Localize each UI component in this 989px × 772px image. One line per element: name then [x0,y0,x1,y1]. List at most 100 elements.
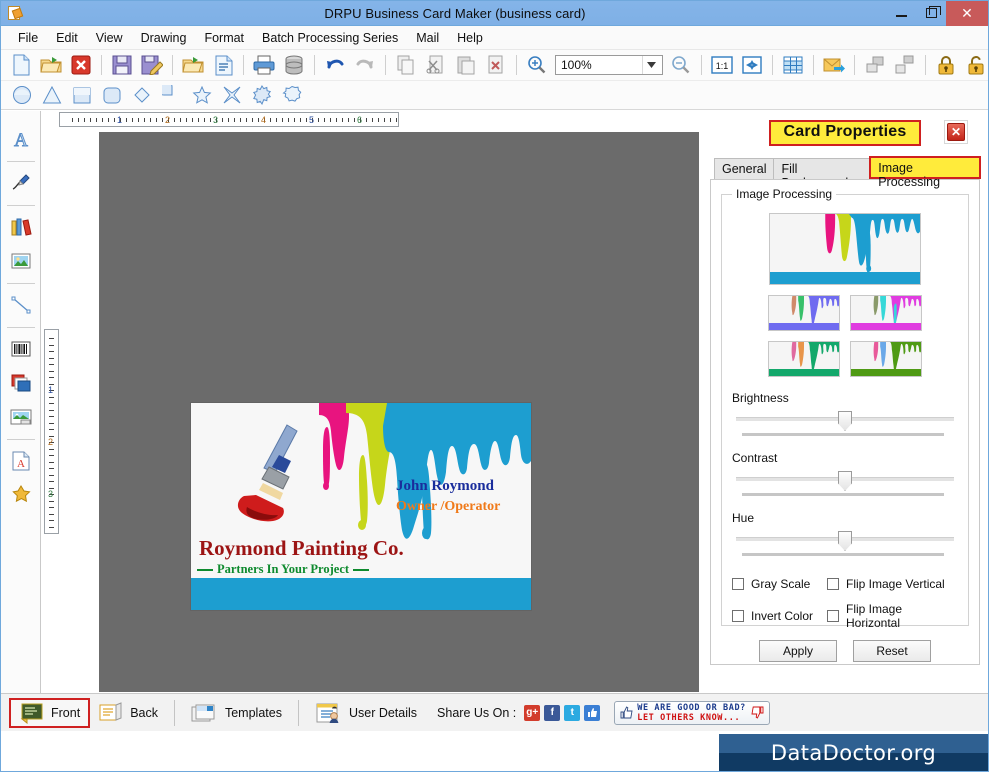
flip-image-horizontal-option[interactable]: Flip Image Horizontal [827,602,958,630]
menu-help[interactable]: Help [448,28,492,48]
tab-image-processing[interactable]: Image Processing [869,156,981,189]
lock-icon[interactable] [932,52,960,78]
burst-shape-icon[interactable] [251,84,273,106]
cut-icon[interactable] [422,52,450,78]
paste-icon[interactable] [452,52,480,78]
star-tool-icon[interactable] [5,479,37,511]
minimize-button[interactable] [886,1,916,26]
panel-close-button[interactable]: ✕ [944,120,968,144]
menu-format[interactable]: Format [195,28,253,48]
page-front-button[interactable]: Front [9,697,91,728]
diamond-shape-icon[interactable] [131,84,153,106]
barcode-tool-icon[interactable] [5,333,37,365]
menu-file[interactable]: File [9,28,47,48]
brightness-slider[interactable] [732,411,958,437]
new-icon[interactable] [7,52,35,78]
star5-shape-icon[interactable] [191,84,213,106]
line-tool-icon[interactable] [5,289,37,321]
barcode-library-icon[interactable] [5,211,37,243]
twitter-icon[interactable]: t [564,704,581,721]
thumbnail-variant-green[interactable] [850,341,922,377]
feedback-button[interactable]: WE ARE GOOD OR BAD? LET OTHERS KNOW... [614,700,770,725]
save-icon[interactable] [108,52,136,78]
user-details-button[interactable]: User Details [307,698,425,728]
hue-slider[interactable] [732,531,958,557]
undo-icon[interactable] [321,52,349,78]
ungroup-icon[interactable] [891,52,919,78]
card-tagline-text[interactable]: Partners In Your Project [197,562,370,577]
menu-drawing[interactable]: Drawing [132,28,196,48]
card-company-text[interactable]: Roymond Painting Co. [199,536,404,561]
text-tool-icon[interactable]: A [5,123,37,155]
datadoctor-banner[interactable]: DataDoctor.org [719,734,988,771]
rounded-rect-shape-icon[interactable] [101,84,123,106]
group-icon[interactable] [861,52,889,78]
zoom-input[interactable] [556,56,642,74]
properties-icon[interactable] [209,52,237,78]
grid-icon[interactable] [779,52,807,78]
unlock-icon[interactable] [962,52,988,78]
chevron-down-icon[interactable] [642,56,660,74]
thumbnail-preview-main[interactable] [769,213,921,285]
card-name-text[interactable]: John Roymond [396,478,494,495]
contrast-thumb[interactable] [838,471,852,491]
star4-shape-icon[interactable] [221,84,243,106]
thumbs-up-icon[interactable] [584,704,601,721]
image-frame-tool-icon[interactable] [5,401,37,433]
menu-mail[interactable]: Mail [407,28,448,48]
tab-general[interactable]: General [714,158,775,179]
triangle-shape-icon[interactable] [41,84,63,106]
flip-image-horizontal-checkbox[interactable] [827,610,839,622]
copy-icon[interactable] [392,52,420,78]
reset-button[interactable]: Reset [853,640,931,662]
thumbnail-variant-teal[interactable] [768,341,840,377]
thumbnail-variant-magenta[interactable] [850,295,922,331]
card-role-text[interactable]: Owner /Operator [396,499,500,515]
print-icon[interactable] [250,52,278,78]
gray-scale-checkbox[interactable] [732,578,744,590]
database-icon[interactable] [280,52,308,78]
tab-fill-background[interactable]: Fill Background [773,158,871,190]
zoom-out-icon[interactable] [667,52,695,78]
business-card-front[interactable]: John Roymond Owner /Operator Roymond Pai… [191,403,531,610]
fit-page-icon[interactable] [738,52,766,78]
flip-image-vertical-checkbox[interactable] [827,578,839,590]
redo-icon[interactable] [351,52,379,78]
gray-scale-option[interactable]: Gray Scale [732,577,827,591]
layers-tool-icon[interactable] [5,367,37,399]
rectangle-shape-icon[interactable] [71,84,93,106]
templates-button[interactable]: Templates [183,698,290,728]
google-plus-icon[interactable]: g+ [524,704,541,721]
page-back-button[interactable]: Back [90,698,166,728]
picture-tool-icon[interactable] [5,245,37,277]
import-icon[interactable] [179,52,207,78]
invert-color-checkbox[interactable] [732,610,744,622]
close-button[interactable]: ✕ [946,1,988,26]
zoom-in-icon[interactable] [523,52,551,78]
thumbnail-variant-blue[interactable] [768,295,840,331]
invert-color-option[interactable]: Invert Color [732,602,827,630]
delete-icon[interactable] [67,52,95,78]
brightness-thumb[interactable] [838,411,852,431]
facebook-icon[interactable]: f [544,704,561,721]
menu-batch-processing-series[interactable]: Batch Processing Series [253,28,407,48]
apply-button[interactable]: Apply [759,640,837,662]
hue-thumb[interactable] [838,531,852,551]
watermark-tool-icon[interactable]: A [5,445,37,477]
polygon-shape-icon[interactable] [281,84,303,106]
zoom-combo[interactable] [555,55,663,75]
ellipse-shape-icon[interactable] [11,84,33,106]
menu-edit[interactable]: Edit [47,28,87,48]
save-as-icon[interactable] [138,52,166,78]
mail-icon[interactable] [820,52,848,78]
pie-shape-icon[interactable] [161,84,183,106]
open-icon[interactable] [37,52,65,78]
delete-object-icon[interactable] [482,52,510,78]
contrast-slider[interactable] [732,471,958,497]
vertical-ruler[interactable]: 1 2 3 [44,329,59,534]
menu-view[interactable]: View [87,28,132,48]
horizontal-ruler[interactable]: 1 2 3 4 5 6 [59,112,399,127]
actual-size-icon[interactable]: 1:1 [708,52,736,78]
signature-tool-icon[interactable] [5,167,37,199]
flip-image-vertical-option[interactable]: Flip Image Vertical [827,577,958,591]
